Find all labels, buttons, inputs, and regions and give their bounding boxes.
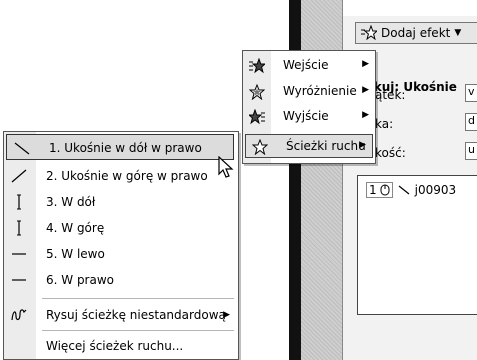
menu-item-label: 5. W lewo [46,247,105,261]
menu-item-left[interactable]: 5. W lewo [4,241,238,267]
add-effect-star-icon [361,25,377,41]
line-right-icon [12,279,26,281]
path-label: ka: [375,117,394,131]
line-up-icon [17,220,21,236]
chevron-down-icon: ▼ [454,28,462,38]
diagonal-path-icon [398,185,410,195]
menu-item-diagonal-up-right[interactable]: 2. Ukośnie w górę w prawo [4,163,238,189]
menu-item-label: Ścieżki ruchu [286,139,366,153]
start-label: ątek: [375,88,406,102]
diagonal-down-right-icon [14,142,30,155]
order-number: 1 [369,183,377,197]
menu-item-label: Wejście [283,58,329,72]
menu-item-label: 1. Ukośnie w dół w prawo [49,141,202,155]
animation-name: j00903 [414,183,457,197]
animation-order: 1 [366,182,393,198]
chevron-right-icon: ▶ [362,59,369,69]
menu-item-more-motion-paths[interactable]: Więcej ścieżek ruchu... [4,333,238,359]
menu-item-label: 4. W górę [46,221,105,235]
speed-field[interactable]: u [465,142,477,160]
menu-item-label: Wyróżnienie [283,84,357,98]
menu-item-label: 6. W prawo [46,273,115,287]
menu-item-diagonal-down-right[interactable]: 1. Ukośnie w dół w prawo [6,134,234,160]
menu-item-label: 2. Ukośnie w górę w prawo [46,169,208,183]
add-effect-button[interactable]: Dodaj efekt ▼ [355,22,477,44]
add-effect-menu: Wejście ▶ Wyróżnienie ▶ Wyjście ▶ Ścieżk… [242,50,376,164]
freeform-path-icon [11,309,27,321]
menu-item-exit[interactable]: Wyjście ▶ [243,105,375,129]
menu-separator [42,330,234,331]
speed-label: kość: [375,146,406,160]
menu-item-label: Rysuj ścieżkę niestandardową [46,308,226,322]
menu-item-up[interactable]: 4. W górę [4,215,238,241]
star-emphasis-icon [249,84,265,100]
start-field[interactable]: v [465,84,477,102]
menu-item-label: Wyjście [283,109,329,123]
mouse-icon [380,184,390,196]
path-field[interactable]: d [465,113,477,131]
chevron-right-icon: ▶ [359,140,366,150]
pane-top-strip [343,0,477,16]
menu-item-down[interactable]: 3. W dół [4,189,238,215]
mouse-pointer-icon [218,156,234,178]
line-left-icon [12,253,26,255]
star-enter-icon [249,58,265,74]
menu-item-label: 3. W dół [46,195,96,209]
add-effect-label: Dodaj efekt [381,26,451,40]
star-exit-icon [249,109,265,125]
chevron-right-icon: ▶ [362,110,369,120]
animation-list-item[interactable]: 1 j00903 [366,182,456,198]
menu-item-entrance[interactable]: Wejście ▶ [243,54,375,78]
menu-item-emphasis[interactable]: Wyróżnienie ▶ [243,80,375,104]
menu-item-label: Więcej ścieżek ruchu... [46,339,184,353]
motion-paths-menu: 1. Ukośnie w dół w prawo 2. Ukośnie w gó… [3,131,239,360]
diagonal-up-right-icon [11,169,27,183]
star-motion-icon [252,139,268,155]
menu-separator [42,298,234,299]
animation-list[interactable]: 1 j00903 [357,175,477,315]
line-down-icon [17,194,21,210]
chevron-right-icon: ▶ [362,85,369,95]
chevron-right-icon: ▶ [223,310,230,320]
menu-item-motion-paths[interactable]: Ścieżki ruchu ▶ [245,134,373,158]
menu-item-draw-custom-path[interactable]: Rysuj ścieżkę niestandardową ▶ [4,302,238,328]
menu-item-right[interactable]: 6. W prawo [4,267,238,293]
